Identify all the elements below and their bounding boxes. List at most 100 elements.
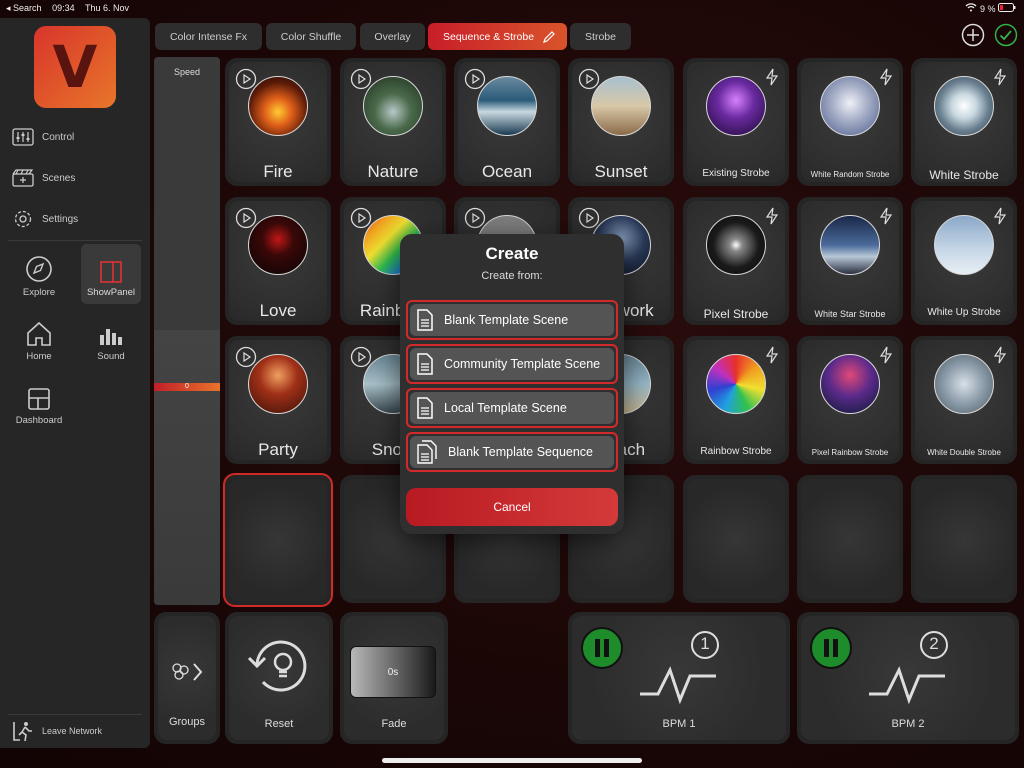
sidebar-item-explore[interactable]: Explore <box>9 244 69 304</box>
scene-tile-white-up-strobe[interactable]: White Up Strobe <box>911 197 1017 325</box>
sunset-image <box>591 76 651 136</box>
tile-label: Party <box>258 440 298 459</box>
tab-label: Strobe <box>585 30 616 43</box>
tab-strobe[interactable]: Strobe <box>570 23 631 50</box>
tile-label: Nature <box>367 162 419 181</box>
tab-sequence-strobe[interactable]: Sequence & Strobe <box>428 23 567 50</box>
documents-stack-icon <box>417 440 437 464</box>
app-root: ◂ Search 09:34 Thu 6. Nov 9 % V Control … <box>0 0 1024 768</box>
dashboard-icon <box>28 388 50 410</box>
create-dialog: Create Create from: Blank Template Scene… <box>400 234 624 534</box>
tile-label: White Double Strobe <box>927 448 1001 457</box>
pulse-wave-icon <box>640 666 716 705</box>
option-label: Local Template Scene <box>444 401 567 415</box>
scene-tile-pixel-rainbow-strobe[interactable]: Pixel Rainbow Strobe <box>797 336 903 464</box>
empty-slot[interactable] <box>683 475 789 603</box>
scene-tile-white-star-strobe[interactable]: White Star Strobe <box>797 197 903 325</box>
speed-slider[interactable]: Speed 0 <box>154 57 220 605</box>
love-image <box>248 215 308 275</box>
tab-label: Color Shuffle <box>280 30 342 43</box>
cancel-button[interactable]: Cancel <box>406 488 618 526</box>
home-indicator <box>382 758 642 763</box>
fade-slider[interactable]: 0s <box>350 646 436 698</box>
blank-template-scene-option[interactable]: Blank Template Scene <box>406 300 618 340</box>
sidebar-item-dashboard[interactable]: Dashboard <box>9 372 69 432</box>
scene-tile-sunset[interactable]: Sunset <box>568 58 674 186</box>
reset-bulb-icon <box>247 640 307 692</box>
status-bar: ◂ Search 09:34 Thu 6. Nov 9 % <box>0 0 1024 18</box>
option-label: Community Template Scene <box>444 357 601 371</box>
dialog-title: Create <box>485 244 539 263</box>
reset-button[interactable]: Reset <box>225 612 333 744</box>
pencil-icon[interactable] <box>542 30 556 44</box>
tab-color-intense-fx[interactable]: Color Intense Fx <box>155 23 262 50</box>
speed-value[interactable]: 0 <box>154 383 220 391</box>
groups-icon <box>172 663 203 681</box>
empty-slot[interactable] <box>797 475 903 603</box>
sidebar-item-settings[interactable]: Settings <box>12 206 142 232</box>
bolt-icon <box>879 346 893 364</box>
scene-tile-pixel-strobe[interactable]: Pixel Strobe <box>683 197 789 325</box>
empty-slot[interactable] <box>911 475 1017 603</box>
scene-tile-existing-strobe[interactable]: Existing Strobe <box>683 58 789 186</box>
bpm-1-panel[interactable]: 1 BPM 1 <box>568 612 790 744</box>
speed-fill <box>154 330 220 605</box>
logo-letter: V <box>52 33 98 101</box>
tile-label: White Star Strobe <box>814 309 886 319</box>
battery-level: 9 % <box>979 4 996 14</box>
sidebar-item-showpanel[interactable]: ShowPanel <box>81 244 141 304</box>
leave-network-label: Leave Network <box>42 726 103 736</box>
scene-tile-party[interactable]: Party <box>225 336 331 464</box>
tile-label: White Strobe <box>929 168 999 182</box>
sidebar-item-control[interactable]: Control <box>12 124 142 150</box>
white-random-strobe-image <box>820 76 880 136</box>
scene-tile-nature[interactable]: Nature <box>340 58 446 186</box>
tile-label: Rainbow Strobe <box>700 446 772 457</box>
fire-image <box>248 76 308 136</box>
local-template-scene-option[interactable]: Local Template Scene <box>406 388 618 428</box>
empty-slot-selected[interactable] <box>223 473 333 607</box>
tab-color-shuffle[interactable]: Color Shuffle <box>266 23 356 50</box>
bpm-2-panel[interactable]: 2 BPM 2 <box>797 612 1019 744</box>
sidebar-item-label: Sound <box>97 351 125 362</box>
scene-tile-white-strobe[interactable]: White Strobe <box>911 58 1017 186</box>
confirm-check-icon[interactable] <box>994 23 1018 47</box>
scene-tile-white-double-strobe[interactable]: White Double Strobe <box>911 336 1017 464</box>
scene-tile-rainbow-strobe[interactable]: Rainbow Strobe <box>683 336 789 464</box>
bolt-icon <box>879 207 893 225</box>
compass-icon <box>26 256 52 282</box>
back-to-search[interactable]: ◂ Search <box>6 3 42 13</box>
fade-control[interactable]: 0s Fade <box>340 612 448 744</box>
pause-icon[interactable] <box>580 626 624 670</box>
sidebar-item-scenes[interactable]: Scenes <box>12 165 142 191</box>
sidebar-item-label: ShowPanel <box>86 287 136 298</box>
sidebar-item-home[interactable]: Home <box>9 308 69 368</box>
tile-label: White Up Strobe <box>927 307 1001 318</box>
scene-tile-white-random-strobe[interactable]: White Random Strobe <box>797 58 903 186</box>
groups-button[interactable]: Groups <box>154 612 220 744</box>
party-image <box>248 354 308 414</box>
pause-icon[interactable] <box>809 626 853 670</box>
scene-tile-ocean[interactable]: Ocean <box>454 58 560 186</box>
fade-value: 0s <box>387 666 399 678</box>
add-icon[interactable] <box>961 23 985 47</box>
tile-label: Sunset <box>594 162 648 181</box>
sidebar-item-label: Control <box>42 131 75 143</box>
bpm-2-label: BPM 2 <box>891 718 925 730</box>
bolt-icon <box>765 68 779 86</box>
white-up-strobe-image <box>934 215 994 275</box>
community-template-scene-option[interactable]: Community Template Scene <box>406 344 618 384</box>
scene-tile-love[interactable]: Love <box>225 197 331 325</box>
bolt-icon <box>993 207 1007 225</box>
option-label: Blank Template Scene <box>444 313 569 327</box>
white-strobe-image <box>934 76 994 136</box>
status-date: Thu 6. Nov <box>84 3 129 13</box>
tab-label: Sequence & Strobe <box>443 30 535 43</box>
sidebar-item-sound[interactable]: Sound <box>81 308 141 368</box>
status-time: 09:34 <box>52 3 75 13</box>
tab-overlay[interactable]: Overlay <box>360 23 425 50</box>
scene-tile-fire[interactable]: Fire <box>225 58 331 186</box>
bpm-1-label: BPM 1 <box>662 718 696 730</box>
leave-network-button[interactable]: Leave Network <box>12 720 102 742</box>
blank-template-sequence-option[interactable]: Blank Template Sequence <box>406 432 618 472</box>
